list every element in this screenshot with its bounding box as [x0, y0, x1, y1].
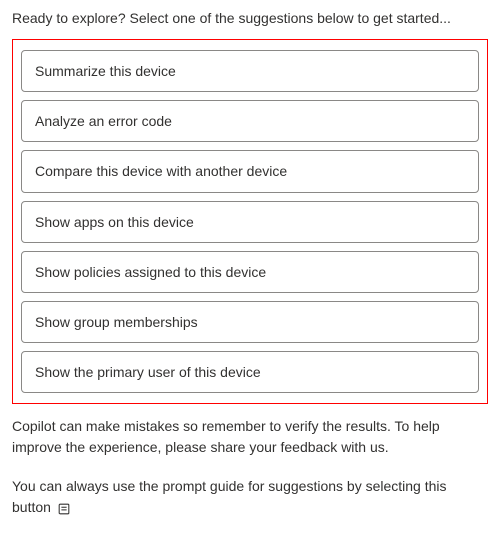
intro-text: Ready to explore? Select one of the sugg…	[12, 8, 488, 29]
suggestion-analyze-error[interactable]: Analyze an error code	[21, 100, 479, 142]
suggestion-show-groups[interactable]: Show group memberships	[21, 301, 479, 343]
suggestions-container: Summarize this device Analyze an error c…	[12, 39, 488, 404]
prompt-guide-hint: You can always use the prompt guide for …	[12, 476, 488, 518]
hint-text-content: You can always use the prompt guide for …	[12, 478, 447, 515]
suggestion-compare-device[interactable]: Compare this device with another device	[21, 150, 479, 192]
prompt-guide-icon	[57, 502, 71, 516]
suggestion-show-policies[interactable]: Show policies assigned to this device	[21, 251, 479, 293]
suggestion-show-apps[interactable]: Show apps on this device	[21, 201, 479, 243]
suggestion-summarize-device[interactable]: Summarize this device	[21, 50, 479, 92]
suggestion-show-primary-user[interactable]: Show the primary user of this device	[21, 351, 479, 393]
disclaimer-text: Copilot can make mistakes so remember to…	[12, 416, 488, 458]
